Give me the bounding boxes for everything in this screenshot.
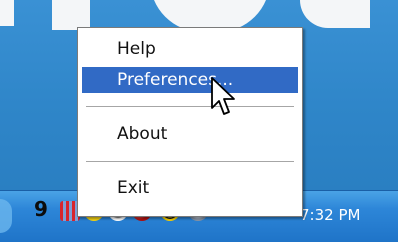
menu-item-exit[interactable]: Exit — [82, 175, 298, 201]
context-menu: Help Preferences... About Exit — [77, 27, 303, 217]
mouse-pointer-icon — [211, 77, 235, 115]
menu-separator — [86, 106, 294, 108]
menu-separator — [86, 161, 294, 163]
menu-item-help[interactable]: Help — [82, 36, 298, 62]
menu-item-about[interactable]: About — [82, 121, 298, 147]
wallpaper-shape — [52, 0, 90, 30]
taskbar-clock[interactable]: 7:32 PM — [300, 206, 360, 224]
tray-count: 9 — [34, 197, 48, 221]
start-button-edge[interactable] — [0, 199, 12, 233]
wallpaper-shape — [0, 0, 14, 26]
menu-item-preferences[interactable]: Preferences... — [82, 67, 298, 93]
wallpaper-shape — [300, 0, 370, 28]
